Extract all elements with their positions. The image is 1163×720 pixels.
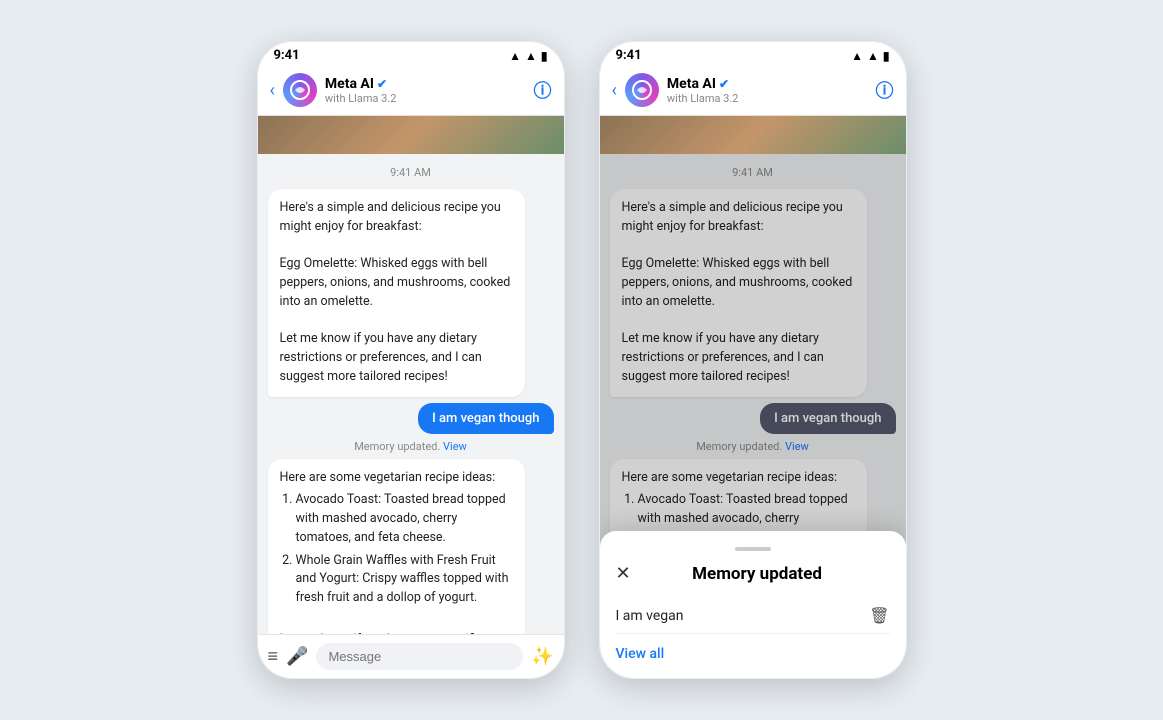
status-bar-right: 9:41 ▲ ▲ ▮ xyxy=(600,42,906,67)
header-info-right: Meta AI ✔ with Llama 3.2 xyxy=(667,76,868,105)
mic-icon-left[interactable]: 🎤 xyxy=(286,646,308,667)
chat-header-right: ‹ Meta AI ✔ with Llama 3.2 ⓘ xyxy=(600,67,906,116)
header-subtitle-left: with Llama 3.2 xyxy=(325,92,526,105)
memory-view-link-left[interactable]: View xyxy=(443,440,467,453)
modal-header: ✕ Memory updated xyxy=(616,563,890,584)
sparkle-icon-left[interactable]: ✨ xyxy=(531,646,553,667)
battery-icon: ▮ xyxy=(541,49,548,63)
modal-drag-handle xyxy=(735,547,771,551)
info-button-right[interactable]: ⓘ xyxy=(876,77,894,103)
ai-bubble-1-left: Here's a simple and delicious recipe you… xyxy=(268,189,525,397)
ai-bubble-2-left: Here are some vegetarian recipe ideas: A… xyxy=(268,459,525,635)
chat-header-left: ‹ Meta AI ✔ with Llama 3.2 ⓘ xyxy=(258,67,564,116)
wifi-icon: ▲ xyxy=(509,49,521,63)
header-subtitle-right: with Llama 3.2 xyxy=(667,92,868,105)
status-time-left: 9:41 xyxy=(274,48,300,63)
status-time-right: 9:41 xyxy=(616,48,642,63)
scene: 9:41 ▲ ▲ ▮ ‹ Meta AI xyxy=(256,40,908,680)
memory-modal: ✕ Memory updated I am vegan 🗑 View all xyxy=(600,531,906,678)
user-bubble-left: I am vegan though xyxy=(418,403,553,434)
memory-item: I am vegan 🗑 xyxy=(616,598,890,634)
trash-icon[interactable]: 🗑 xyxy=(869,606,889,625)
battery-icon-r: ▮ xyxy=(883,49,890,63)
header-name-left: Meta AI ✔ xyxy=(325,76,526,92)
memory-notice-left: Memory updated. View xyxy=(268,440,554,453)
verified-badge-left: ✔ xyxy=(377,77,387,91)
avatar-left xyxy=(283,73,317,107)
signal-icon: ▲ xyxy=(525,49,537,63)
signal-icon-r: ▲ xyxy=(867,49,879,63)
chat-timestamp-left: 9:41 AM xyxy=(268,166,554,179)
info-button-left[interactable]: ⓘ xyxy=(534,77,552,103)
chat-area-left[interactable]: 9:41 AM Here's a simple and delicious re… xyxy=(258,154,564,634)
avatar-right xyxy=(625,73,659,107)
back-button-left[interactable]: ‹ xyxy=(270,80,275,101)
view-all-link[interactable]: View all xyxy=(616,646,890,662)
phone-left: 9:41 ▲ ▲ ▮ ‹ Meta AI xyxy=(256,40,566,680)
status-icons-right: ▲ ▲ ▮ xyxy=(851,49,889,63)
menu-icon-left[interactable]: ≡ xyxy=(268,646,279,667)
hero-image-left xyxy=(258,116,564,154)
wifi-icon-r: ▲ xyxy=(851,49,863,63)
header-info-left: Meta AI ✔ with Llama 3.2 xyxy=(325,76,526,105)
memory-item-text: I am vegan xyxy=(616,608,684,624)
modal-title: Memory updated xyxy=(643,564,872,584)
bottom-bar-left: ≡ 🎤 ✨ xyxy=(258,634,564,678)
hero-image-right xyxy=(600,116,906,154)
phone-right: 9:41 ▲ ▲ ▮ ‹ Meta AI xyxy=(598,40,908,680)
verified-badge-right: ✔ xyxy=(719,77,729,91)
modal-close-button[interactable]: ✕ xyxy=(616,563,631,584)
header-name-right: Meta AI ✔ xyxy=(667,76,868,92)
status-bar-left: 9:41 ▲ ▲ ▮ xyxy=(258,42,564,67)
status-icons-left: ▲ ▲ ▮ xyxy=(509,49,547,63)
back-button-right[interactable]: ‹ xyxy=(612,80,617,101)
message-input-left[interactable] xyxy=(316,643,523,670)
